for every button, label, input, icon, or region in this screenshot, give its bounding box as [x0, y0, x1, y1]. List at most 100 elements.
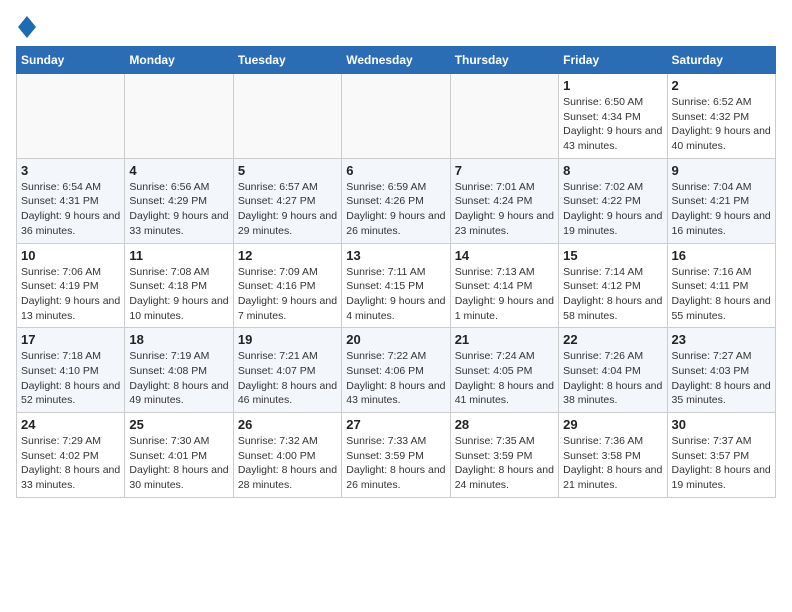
calendar-week-row: 17 Sunrise: 7:18 AM Sunset: 4:10 PM Dayli…	[17, 328, 776, 413]
calendar-cell: 29 Sunrise: 7:36 AM Sunset: 3:58 PM Dayli…	[559, 413, 667, 498]
weekday-header: Thursday	[450, 47, 558, 74]
day-number: 16	[672, 248, 771, 263]
day-number: 4	[129, 163, 228, 178]
calendar-table: SundayMondayTuesdayWednesdayThursdayFrid…	[16, 46, 776, 498]
day-number: 1	[563, 78, 662, 93]
calendar-cell: 25 Sunrise: 7:30 AM Sunset: 4:01 PM Dayli…	[125, 413, 233, 498]
calendar-cell: 11Sunrise: 7:08 AM Sunset: 4:18 PM Dayli…	[125, 243, 233, 328]
day-info: Sunrise: 6:56 AM Sunset: 4:29 PM Dayligh…	[129, 180, 228, 239]
day-number: 13	[346, 248, 445, 263]
day-info: Sunrise: 7:26 AM Sunset: 4:04 PM Dayligh…	[563, 349, 662, 408]
day-number: 9	[672, 163, 771, 178]
calendar-cell	[342, 74, 450, 159]
day-info: Sunrise: 7:14 AM Sunset: 4:12 PM Dayligh…	[563, 265, 662, 324]
day-number: 15	[563, 248, 662, 263]
day-info: Sunrise: 7:04 AM Sunset: 4:21 PM Dayligh…	[672, 180, 771, 239]
day-info: Sunrise: 7:19 AM Sunset: 4:08 PM Dayligh…	[129, 349, 228, 408]
day-info: Sunrise: 7:29 AM Sunset: 4:02 PM Dayligh…	[21, 434, 120, 493]
calendar-cell: 9 Sunrise: 7:04 AM Sunset: 4:21 PM Daylig…	[667, 158, 775, 243]
calendar-cell	[125, 74, 233, 159]
calendar-cell: 10 Sunrise: 7:06 AM Sunset: 4:19 PM Dayli…	[17, 243, 125, 328]
calendar-cell: 5 Sunrise: 6:57 AM Sunset: 4:27 PM Daylig…	[233, 158, 341, 243]
day-info: Sunrise: 6:59 AM Sunset: 4:26 PM Dayligh…	[346, 180, 445, 239]
logo	[16, 16, 36, 34]
day-info: Sunrise: 6:50 AM Sunset: 4:34 PM Dayligh…	[563, 95, 662, 154]
day-info: Sunrise: 7:21 AM Sunset: 4:07 PM Dayligh…	[238, 349, 337, 408]
day-number: 10	[21, 248, 120, 263]
day-info: Sunrise: 7:11 AM Sunset: 4:15 PM Dayligh…	[346, 265, 445, 324]
calendar-cell: 16 Sunrise: 7:16 AM Sunset: 4:11 PM Dayli…	[667, 243, 775, 328]
day-info: Sunrise: 7:27 AM Sunset: 4:03 PM Dayligh…	[672, 349, 771, 408]
day-number: 23	[672, 332, 771, 347]
calendar-week-row: 10 Sunrise: 7:06 AM Sunset: 4:19 PM Dayli…	[17, 243, 776, 328]
day-number: 29	[563, 417, 662, 432]
day-number: 25	[129, 417, 228, 432]
calendar-cell: 1 Sunrise: 6:50 AM Sunset: 4:34 PM Daylig…	[559, 74, 667, 159]
day-info: Sunrise: 7:18 AM Sunset: 4:10 PM Dayligh…	[21, 349, 120, 408]
day-number: 3	[21, 163, 120, 178]
calendar-body: 1 Sunrise: 6:50 AM Sunset: 4:34 PM Daylig…	[17, 74, 776, 498]
day-number: 27	[346, 417, 445, 432]
day-number: 7	[455, 163, 554, 178]
calendar-week-row: 1 Sunrise: 6:50 AM Sunset: 4:34 PM Daylig…	[17, 74, 776, 159]
calendar-cell: 6 Sunrise: 6:59 AM Sunset: 4:26 PM Daylig…	[342, 158, 450, 243]
weekday-header: Monday	[125, 47, 233, 74]
calendar-cell: 24Sunrise: 7:29 AM Sunset: 4:02 PM Dayli…	[17, 413, 125, 498]
logo-icon	[18, 16, 36, 38]
calendar-cell: 21 Sunrise: 7:24 AM Sunset: 4:05 PM Dayli…	[450, 328, 558, 413]
day-info: Sunrise: 7:24 AM Sunset: 4:05 PM Dayligh…	[455, 349, 554, 408]
day-number: 6	[346, 163, 445, 178]
day-number: 26	[238, 417, 337, 432]
day-number: 21	[455, 332, 554, 347]
calendar-cell: 3 Sunrise: 6:54 AM Sunset: 4:31 PM Daylig…	[17, 158, 125, 243]
calendar-cell	[233, 74, 341, 159]
calendar-week-row: 24Sunrise: 7:29 AM Sunset: 4:02 PM Dayli…	[17, 413, 776, 498]
calendar-cell: 20 Sunrise: 7:22 AM Sunset: 4:06 PM Dayli…	[342, 328, 450, 413]
day-number: 17	[21, 332, 120, 347]
calendar-cell: 17 Sunrise: 7:18 AM Sunset: 4:10 PM Dayli…	[17, 328, 125, 413]
calendar-cell: 28 Sunrise: 7:35 AM Sunset: 3:59 PM Dayli…	[450, 413, 558, 498]
calendar-cell: 30 Sunrise: 7:37 AM Sunset: 3:57 PM Dayli…	[667, 413, 775, 498]
calendar-cell	[17, 74, 125, 159]
day-info: Sunrise: 7:37 AM Sunset: 3:57 PM Dayligh…	[672, 434, 771, 493]
calendar-cell: 7Sunrise: 7:01 AM Sunset: 4:24 PM Daylig…	[450, 158, 558, 243]
calendar-cell: 4 Sunrise: 6:56 AM Sunset: 4:29 PM Daylig…	[125, 158, 233, 243]
weekday-header: Wednesday	[342, 47, 450, 74]
day-info: Sunrise: 7:08 AM Sunset: 4:18 PM Dayligh…	[129, 265, 228, 324]
day-number: 14	[455, 248, 554, 263]
weekday-header: Saturday	[667, 47, 775, 74]
day-info: Sunrise: 7:09 AM Sunset: 4:16 PM Dayligh…	[238, 265, 337, 324]
day-number: 30	[672, 417, 771, 432]
day-number: 28	[455, 417, 554, 432]
day-info: Sunrise: 6:57 AM Sunset: 4:27 PM Dayligh…	[238, 180, 337, 239]
weekday-header: Sunday	[17, 47, 125, 74]
day-info: Sunrise: 7:13 AM Sunset: 4:14 PM Dayligh…	[455, 265, 554, 324]
day-number: 2	[672, 78, 771, 93]
day-number: 19	[238, 332, 337, 347]
day-number: 20	[346, 332, 445, 347]
day-info: Sunrise: 7:36 AM Sunset: 3:58 PM Dayligh…	[563, 434, 662, 493]
day-info: Sunrise: 7:16 AM Sunset: 4:11 PM Dayligh…	[672, 265, 771, 324]
calendar-cell: 27Sunrise: 7:33 AM Sunset: 3:59 PM Dayli…	[342, 413, 450, 498]
calendar-cell: 19 Sunrise: 7:21 AM Sunset: 4:07 PM Dayli…	[233, 328, 341, 413]
calendar-cell: 14 Sunrise: 7:13 AM Sunset: 4:14 PM Dayli…	[450, 243, 558, 328]
day-info: Sunrise: 7:32 AM Sunset: 4:00 PM Dayligh…	[238, 434, 337, 493]
calendar-cell: 13 Sunrise: 7:11 AM Sunset: 4:15 PM Dayli…	[342, 243, 450, 328]
day-number: 12	[238, 248, 337, 263]
day-info: Sunrise: 6:54 AM Sunset: 4:31 PM Dayligh…	[21, 180, 120, 239]
calendar-cell: 23 Sunrise: 7:27 AM Sunset: 4:03 PM Dayli…	[667, 328, 775, 413]
day-info: Sunrise: 7:30 AM Sunset: 4:01 PM Dayligh…	[129, 434, 228, 493]
calendar-cell: 12 Sunrise: 7:09 AM Sunset: 4:16 PM Dayli…	[233, 243, 341, 328]
calendar-cell: 8Sunrise: 7:02 AM Sunset: 4:22 PM Daylig…	[559, 158, 667, 243]
weekday-header: Friday	[559, 47, 667, 74]
calendar-header-row: SundayMondayTuesdayWednesdayThursdayFrid…	[17, 47, 776, 74]
calendar-cell: 18Sunrise: 7:19 AM Sunset: 4:08 PM Dayli…	[125, 328, 233, 413]
calendar-cell: 15 Sunrise: 7:14 AM Sunset: 4:12 PM Dayli…	[559, 243, 667, 328]
day-info: Sunrise: 6:52 AM Sunset: 4:32 PM Dayligh…	[672, 95, 771, 154]
day-number: 22	[563, 332, 662, 347]
day-info: Sunrise: 7:22 AM Sunset: 4:06 PM Dayligh…	[346, 349, 445, 408]
day-info: Sunrise: 7:06 AM Sunset: 4:19 PM Dayligh…	[21, 265, 120, 324]
calendar-week-row: 3 Sunrise: 6:54 AM Sunset: 4:31 PM Daylig…	[17, 158, 776, 243]
day-info: Sunrise: 7:35 AM Sunset: 3:59 PM Dayligh…	[455, 434, 554, 493]
day-number: 5	[238, 163, 337, 178]
